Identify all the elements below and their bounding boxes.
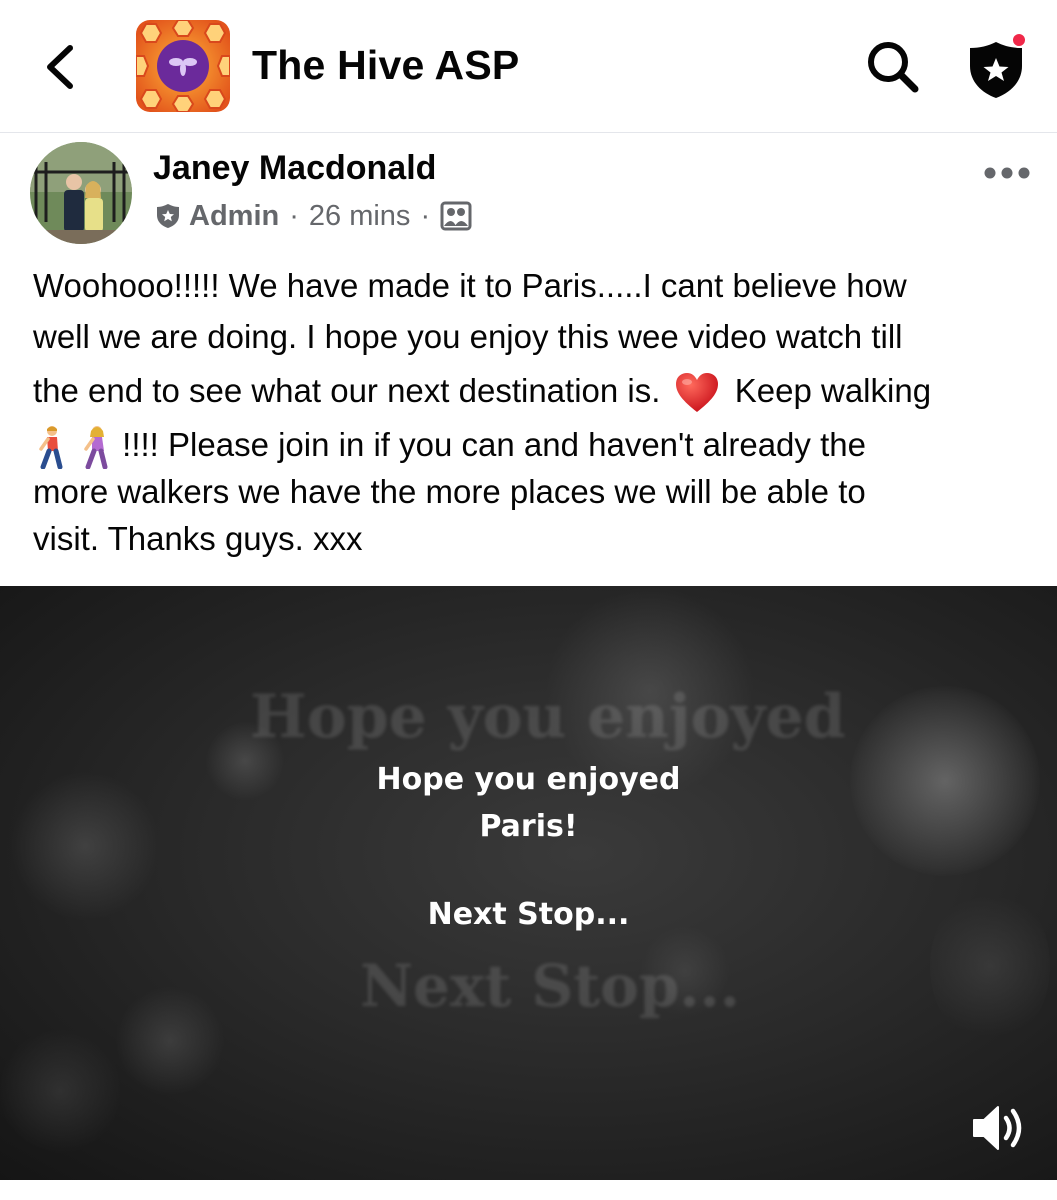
notification-dot	[1011, 32, 1027, 48]
bokeh-light	[115, 986, 225, 1096]
bottom-spacer	[0, 1180, 1057, 1200]
video-caption: Paris!	[479, 809, 578, 844]
search-button[interactable]	[862, 36, 924, 98]
author-avatar[interactable]	[30, 142, 132, 244]
more-horizontal-icon	[984, 167, 1030, 179]
heart-emoji	[675, 373, 718, 413]
post-text-line: well we are doing. I hope you enjoy this…	[33, 318, 903, 355]
post-text-line: more walkers we have the more places we …	[33, 473, 866, 510]
separator-dot: ·	[289, 199, 299, 232]
bokeh-light	[0, 1026, 120, 1156]
separator-dot: ·	[420, 199, 431, 232]
back-button[interactable]	[38, 40, 86, 94]
profile-photo	[30, 142, 132, 244]
volume-button[interactable]	[968, 1098, 1034, 1158]
volume-icon	[973, 1106, 1022, 1150]
post-text-line: visit. Thanks guys. xxx	[33, 520, 363, 557]
post-text-line: Woohooo!!!!! We have made it to Paris...…	[33, 267, 907, 304]
video-ghost-text: Hope you enjoyed	[250, 682, 846, 752]
post-text-line: the end to see what our next destination…	[33, 365, 1033, 416]
top-bar: The Hive ASP	[0, 0, 1057, 133]
group-avatar[interactable]	[136, 20, 230, 112]
author-name[interactable]: Janey Macdonald	[153, 148, 436, 188]
post-time[interactable]: 26 mins	[309, 200, 411, 233]
author-role: Admin	[189, 199, 280, 232]
more-options-button[interactable]	[982, 158, 1032, 188]
group-logo-icon	[136, 20, 230, 112]
group-members-icon	[440, 201, 472, 231]
post-body: Woohooo!!!!! We have made it to Paris...…	[33, 260, 1033, 564]
video-ghost-text: Next Stop...	[360, 952, 740, 1020]
person-walking-emoji	[39, 426, 63, 470]
group-title[interactable]: The Hive ASP	[252, 38, 519, 92]
woman-walking-emoji	[84, 426, 108, 470]
video-player[interactable]: Hope you enjoyed Next Stop... Hope you e…	[0, 586, 1057, 1180]
chevron-left-icon	[47, 45, 73, 89]
video-caption: Next Stop...	[427, 897, 630, 932]
admin-tools-button[interactable]	[962, 30, 1034, 102]
search-icon	[868, 42, 919, 93]
admin-shield-star-icon	[970, 32, 1027, 98]
post-text-line: !!!! Please join in if you can and haven…	[33, 419, 1033, 470]
post-meta: Admin · 26 mins ·	[155, 196, 472, 236]
video-caption: Hope you enjoyed	[376, 762, 681, 797]
admin-badge-icon	[157, 204, 179, 228]
